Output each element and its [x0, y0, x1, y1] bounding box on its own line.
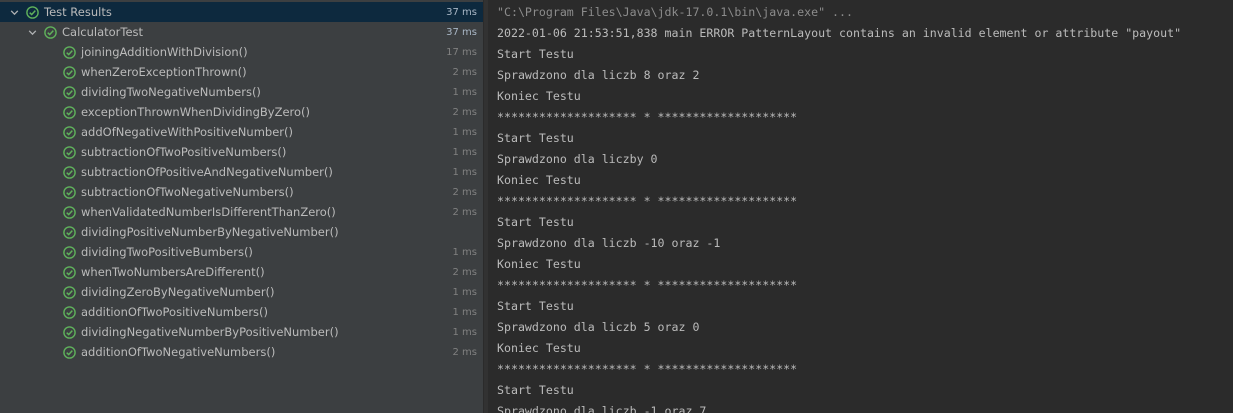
test-duration: 2 ms — [452, 186, 478, 198]
console-line: Koniec Testu — [497, 89, 581, 103]
console-line: Start Testu — [497, 299, 574, 313]
test-duration: 37 ms — [446, 6, 477, 18]
console-line: 2022-01-06 21:53:51,838 main ERROR Patte… — [497, 26, 1182, 40]
tree-suite-calculatortest[interactable]: CalculatorTest 37 ms — [0, 22, 483, 42]
test-duration: 37 ms — [446, 26, 477, 38]
check-circle-icon — [62, 205, 76, 219]
console-line: Sprawdzono dla liczb -10 oraz -1 — [497, 236, 721, 250]
console-line: Start Testu — [497, 131, 574, 145]
check-circle-icon — [62, 85, 76, 99]
console-line: Koniec Testu — [497, 173, 581, 187]
test-duration: 2 ms — [452, 106, 478, 118]
test-duration: 1 ms — [452, 306, 478, 318]
check-circle-icon — [25, 5, 39, 19]
console-output[interactable]: "C:\Program Files\Java\jdk-17.0.1\bin\ja… — [488, 0, 1233, 413]
console-line: Start Testu — [497, 383, 574, 397]
console-line: Sprawdzono dla liczb -1 oraz 7 — [497, 404, 707, 413]
test-duration: 1 ms — [452, 86, 478, 98]
test-duration: 17 ms — [446, 46, 477, 58]
test-case-row[interactable]: subtractionOfPositiveAndNegativeNumber()… — [0, 162, 483, 182]
test-name: addOfNegativeWithPositiveNumber() — [81, 125, 293, 139]
console-line: Sprawdzono dla liczb 8 oraz 2 — [497, 68, 700, 82]
test-case-row[interactable]: whenTwoNumbersAreDifferent() 2 ms — [0, 262, 483, 282]
check-circle-icon — [62, 105, 76, 119]
check-circle-icon — [43, 25, 57, 39]
console-command-line: "C:\Program Files\Java\jdk-17.0.1\bin\ja… — [497, 5, 853, 19]
test-name: additionOfTwoNegativeNumbers() — [81, 345, 276, 359]
test-name: whenZeroExceptionThrown() — [81, 65, 247, 79]
check-circle-icon — [62, 185, 76, 199]
test-duration: 1 ms — [452, 246, 478, 258]
chevron-down-icon[interactable] — [27, 27, 37, 37]
test-name: subtractionOfTwoNegativeNumbers() — [81, 185, 294, 199]
check-circle-icon — [62, 265, 76, 279]
test-case-row[interactable]: subtractionOfTwoPositiveNumbers() 1 ms — [0, 142, 483, 162]
test-case-row[interactable]: dividingNegativeNumberByPositiveNumber()… — [0, 322, 483, 342]
test-duration: 2 ms — [452, 66, 478, 78]
console-line: ******************** * *****************… — [497, 194, 798, 208]
check-circle-icon — [62, 305, 76, 319]
test-duration: 1 ms — [452, 146, 478, 158]
test-name: whenValidatedNumberIsDifferentThanZero() — [81, 205, 336, 219]
check-circle-icon — [62, 245, 76, 259]
check-circle-icon — [62, 145, 76, 159]
console-line: ******************** * *****************… — [497, 278, 798, 292]
test-name: dividingTwoNegativeNumbers() — [81, 85, 261, 99]
test-case-row[interactable]: addOfNegativeWithPositiveNumber() 1 ms — [0, 122, 483, 142]
check-circle-icon — [62, 45, 76, 59]
test-duration: 1 ms — [452, 286, 478, 298]
console-line: Sprawdzono dla liczb 5 oraz 0 — [497, 320, 700, 334]
check-circle-icon — [62, 65, 76, 79]
console-line: Sprawdzono dla liczby 0 — [497, 152, 658, 166]
test-case-row[interactable]: dividingPositiveNumberByNegativeNumber() — [0, 222, 483, 242]
test-duration: 1 ms — [452, 126, 478, 138]
check-circle-icon — [62, 125, 76, 139]
test-case-row[interactable]: whenZeroExceptionThrown() 2 ms — [0, 62, 483, 82]
console-line: Koniec Testu — [497, 257, 581, 271]
test-case-row[interactable]: dividingTwoNegativeNumbers() 1 ms — [0, 82, 483, 102]
test-name: joiningAdditionWithDivision() — [81, 45, 248, 59]
console-line: ******************** * *****************… — [497, 110, 798, 124]
test-case-row[interactable]: additionOfTwoPositiveNumbers() 1 ms — [0, 302, 483, 322]
test-name: dividingTwoPositiveBumbers() — [81, 245, 253, 259]
test-case-row[interactable]: whenValidatedNumberIsDifferentThanZero()… — [0, 202, 483, 222]
check-circle-icon — [62, 225, 76, 239]
test-case-row[interactable]: additionOfTwoNegativeNumbers() 2 ms — [0, 342, 483, 362]
check-circle-icon — [62, 285, 76, 299]
test-name: subtractionOfTwoPositiveNumbers() — [81, 145, 287, 159]
console-line: Koniec Testu — [497, 341, 581, 355]
test-case-row[interactable]: dividingTwoPositiveBumbers() 1 ms — [0, 242, 483, 262]
check-circle-icon — [62, 345, 76, 359]
test-duration: 2 ms — [452, 346, 478, 358]
check-circle-icon — [62, 325, 76, 339]
test-name: exceptionThrownWhenDividingByZero() — [81, 105, 311, 119]
console-line: ******************** * *****************… — [497, 362, 798, 376]
test-name: Test Results — [44, 5, 112, 19]
tree-root-test-results[interactable]: Test Results 37 ms — [0, 2, 483, 22]
test-name: subtractionOfPositiveAndNegativeNumber() — [81, 165, 333, 179]
test-name: dividingNegativeNumberByPositiveNumber() — [81, 325, 339, 339]
test-name: additionOfTwoPositiveNumbers() — [81, 305, 269, 319]
test-case-row[interactable]: joiningAdditionWithDivision() 17 ms — [0, 42, 483, 62]
console-line: Start Testu — [497, 47, 574, 61]
test-duration: 1 ms — [452, 326, 478, 338]
chevron-down-icon[interactable] — [9, 7, 19, 17]
test-name: dividingPositiveNumberByNegativeNumber() — [81, 225, 339, 239]
test-duration: 2 ms — [452, 206, 478, 218]
test-case-row[interactable]: exceptionThrownWhenDividingByZero() 2 ms — [0, 102, 483, 122]
test-duration: 2 ms — [452, 266, 478, 278]
test-case-row[interactable]: subtractionOfTwoNegativeNumbers() 2 ms — [0, 182, 483, 202]
test-results-tree: Test Results 37 ms CalculatorTest 37 ms join… — [0, 0, 483, 413]
console-line: Start Testu — [497, 215, 574, 229]
test-duration: 1 ms — [452, 166, 478, 178]
check-circle-icon — [62, 165, 76, 179]
test-name: whenTwoNumbersAreDifferent() — [81, 265, 265, 279]
test-name: dividingZeroByNegativeNumber() — [81, 285, 275, 299]
test-name: CalculatorTest — [62, 25, 144, 39]
test-case-row[interactable]: dividingZeroByNegativeNumber() 1 ms — [0, 282, 483, 302]
